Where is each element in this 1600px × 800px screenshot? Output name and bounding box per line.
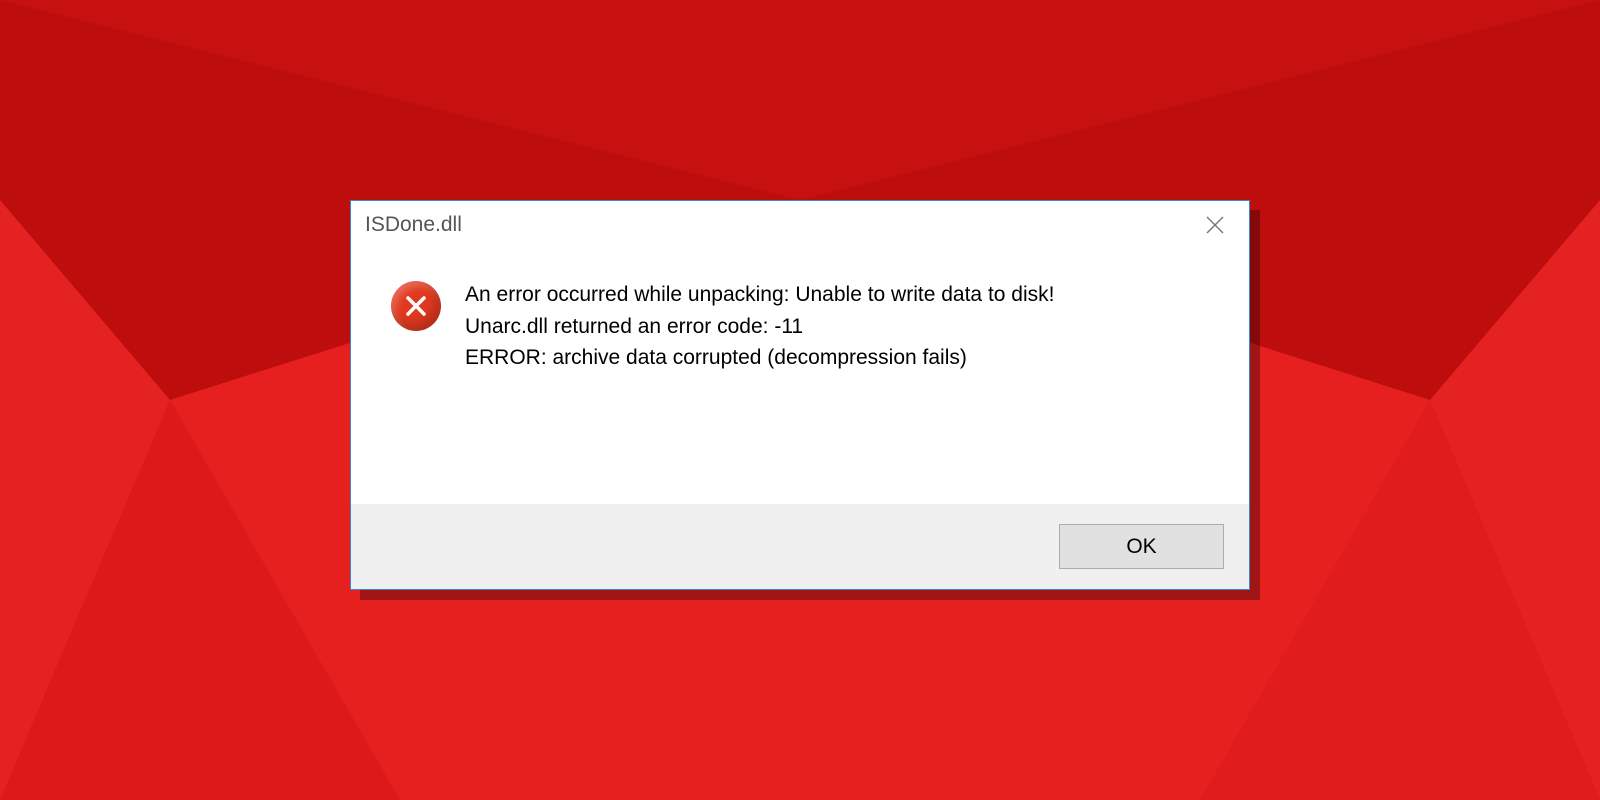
- error-dialog: ISDone.dll An error occurred while unpac…: [350, 200, 1250, 590]
- dialog-body: An error occurred while unpacking: Unabl…: [351, 249, 1249, 504]
- error-message-line: Unarc.dll returned an error code: -11: [465, 311, 1054, 343]
- dialog-title: ISDone.dll: [365, 213, 1185, 237]
- error-message-line: ERROR: archive data corrupted (decompres…: [465, 342, 1054, 374]
- error-message-line: An error occurred while unpacking: Unabl…: [465, 279, 1054, 311]
- close-button[interactable]: [1185, 201, 1245, 249]
- error-icon: [391, 281, 441, 331]
- ok-button[interactable]: OK: [1059, 524, 1224, 569]
- error-dialog-wrapper: ISDone.dll An error occurred while unpac…: [350, 200, 1250, 590]
- error-message: An error occurred while unpacking: Unabl…: [441, 279, 1054, 484]
- dialog-footer: OK: [351, 504, 1249, 589]
- close-icon: [1206, 216, 1224, 234]
- dialog-titlebar[interactable]: ISDone.dll: [351, 201, 1249, 249]
